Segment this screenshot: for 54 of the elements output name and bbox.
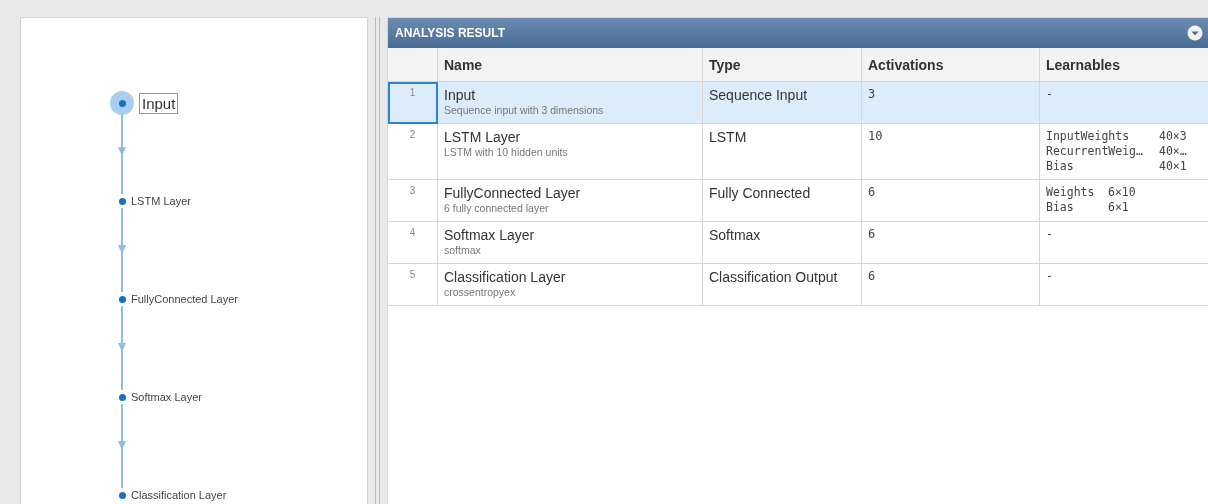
table-cell: Fully Connected — [702, 179, 862, 222]
node-dot[interactable] — [118, 197, 126, 205]
learnable-name: - — [1046, 87, 1053, 102]
learnable-name: Bias — [1046, 159, 1075, 174]
table-cell: Sequence Input — [702, 81, 862, 124]
learnable-name: RecurrentWeig… — [1046, 144, 1144, 159]
node-label[interactable]: Softmax Layer — [131, 391, 202, 403]
row-number[interactable]: 3 — [388, 179, 438, 222]
layer-description: crossentropyex — [444, 286, 517, 298]
column-header[interactable]: Name — [437, 48, 703, 82]
layer-name: Classification Layer — [444, 269, 567, 285]
table-cell: 6 — [861, 263, 1040, 306]
row-number[interactable]: 5 — [388, 263, 438, 306]
column-header[interactable]: Activations — [861, 48, 1040, 82]
node-label[interactable]: Input — [139, 92, 179, 114]
table-cell: LSTM — [702, 123, 862, 180]
layer-description: LSTM with 10 hidden units — [444, 146, 569, 158]
table-cell: Classification Output — [702, 263, 862, 306]
table-cell: 3 — [861, 81, 1040, 124]
learnable-name: - — [1046, 269, 1053, 284]
node-label[interactable]: LSTM Layer — [131, 195, 191, 207]
node-label[interactable]: Classification Layer — [131, 489, 227, 501]
row-number[interactable]: 4 — [388, 221, 438, 264]
layer-name: LSTM Layer — [444, 129, 522, 145]
node-dot[interactable] — [118, 99, 126, 107]
table-cell: 6 — [861, 221, 1040, 264]
layer-description: Sequence input with 3 dimensions — [444, 104, 605, 116]
panel-title: ANALYSIS RESULT — [395, 26, 505, 40]
node-dot[interactable] — [118, 393, 126, 401]
learnable-name: Bias — [1046, 200, 1075, 215]
row-number[interactable]: 2 — [388, 123, 438, 180]
learnable-size: 40×1 — [1159, 159, 1187, 174]
learnable-name: InputWeights — [1046, 129, 1131, 144]
column-header[interactable]: Learnables — [1039, 48, 1208, 82]
learnable-name: - — [1046, 227, 1053, 242]
learnable-size: 40×3 — [1159, 129, 1187, 144]
table-cell: Softmax — [702, 221, 862, 264]
learnable-size: 6×1 — [1108, 200, 1129, 215]
learnable-size: 6×10 — [1108, 185, 1136, 200]
node-dot[interactable] — [118, 491, 126, 499]
dropdown-icon[interactable] — [1187, 25, 1203, 41]
learnable-name: Weights — [1046, 185, 1096, 200]
layer-description: softmax — [444, 244, 482, 256]
layer-name: Input — [444, 87, 477, 103]
layer-name: Softmax Layer — [444, 227, 536, 243]
learnable-size: 40×… — [1159, 144, 1187, 159]
layer-description: 6 fully connected layer — [444, 202, 550, 214]
table-cell: 10 — [861, 123, 1040, 180]
column-header[interactable]: Type — [702, 48, 862, 82]
layer-name: FullyConnected Layer — [444, 185, 582, 201]
node-label[interactable]: FullyConnected Layer — [131, 293, 238, 305]
selection-halo — [110, 91, 134, 115]
node-dot[interactable] — [118, 295, 126, 303]
table-cell: 6 — [861, 179, 1040, 222]
